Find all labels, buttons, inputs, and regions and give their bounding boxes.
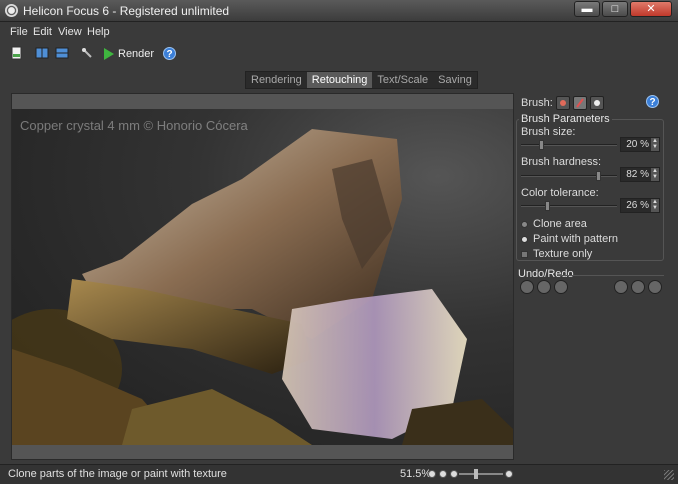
resize-grip[interactable] xyxy=(664,470,674,480)
zoom-fit-icon[interactable] xyxy=(428,470,436,478)
color-tolerance-slider[interactable] xyxy=(521,201,617,211)
brush-hardness-thumb[interactable] xyxy=(595,171,601,181)
menu-view[interactable]: View xyxy=(58,26,82,38)
brush-clone-button[interactable] xyxy=(555,96,570,110)
color-tolerance-value: 26 % xyxy=(626,200,649,211)
brush-parameters-title: Brush Parameters xyxy=(519,113,612,125)
tab-retouching[interactable]: Retouching xyxy=(306,72,373,88)
undo-step-button[interactable] xyxy=(537,280,551,294)
color-tolerance-field[interactable]: 26 % ▲ ▼ xyxy=(620,198,660,213)
brush-selector: Brush: xyxy=(521,96,604,110)
brush-size-slider[interactable] xyxy=(521,140,617,150)
zoom-slider[interactable] xyxy=(459,469,503,479)
minimize-button[interactable]: ▬ xyxy=(574,1,600,17)
brush-icon xyxy=(575,98,584,108)
undo-redo-divider xyxy=(558,275,664,276)
menu-edit[interactable]: Edit xyxy=(33,26,52,38)
brush-parameters-group: Brush Parameters Brush size: 20 % ▲ ▼ Bru… xyxy=(516,113,664,261)
status-bar: Clone parts of the image or paint with t… xyxy=(0,464,678,484)
color-tolerance-label: Color tolerance: xyxy=(521,187,599,199)
texture-only-label: Texture only xyxy=(533,248,593,260)
tab-rendering[interactable]: Rendering xyxy=(246,72,307,88)
option-texture-only[interactable]: Texture only xyxy=(521,248,592,260)
image-watermark: Copper crystal 4 mm © Honorio Cócera xyxy=(20,118,248,133)
tab-text-scale[interactable]: Text/Scale xyxy=(372,72,433,88)
undo-all-button[interactable] xyxy=(520,280,534,294)
window-controls: ▬ □ ✕ xyxy=(574,1,672,17)
color-tolerance-spinner[interactable]: ▲ ▼ xyxy=(651,199,659,212)
undo-button[interactable] xyxy=(554,280,568,294)
brush-hardness-field[interactable]: 82 % ▲ ▼ xyxy=(620,167,660,182)
mode-tabs: Rendering Retouching Text/Scale Saving xyxy=(245,71,478,89)
redo-step-button[interactable] xyxy=(631,280,645,294)
close-button[interactable]: ✕ xyxy=(630,1,672,17)
paint-with-pattern-label: Paint with pattern xyxy=(533,233,618,245)
brush-size-field[interactable]: 20 % ▲ ▼ xyxy=(620,137,660,152)
app-icon xyxy=(5,4,18,17)
option-clone-area[interactable]: Clone area xyxy=(521,218,587,230)
brush-hardness-spinner[interactable]: ▲ ▼ xyxy=(651,168,659,181)
redo-button[interactable] xyxy=(614,280,628,294)
menu-bar: File Edit View Help xyxy=(0,23,678,41)
stamp-icon xyxy=(559,100,566,106)
layout-columns-icon[interactable] xyxy=(35,46,49,60)
menu-file[interactable]: File xyxy=(10,26,28,38)
redo-all-button[interactable] xyxy=(648,280,662,294)
tab-saving[interactable]: Saving xyxy=(433,72,477,88)
title-bar: Helicon Focus 6 - Registered unlimited ▬… xyxy=(0,0,678,22)
zoom-out-icon[interactable] xyxy=(450,470,458,478)
play-icon xyxy=(104,48,114,60)
brush-label: Brush: xyxy=(521,97,553,109)
brush-size-spinner[interactable]: ▲ ▼ xyxy=(651,138,659,151)
status-text: Clone parts of the image or paint with t… xyxy=(8,468,227,480)
crystal-photo xyxy=(12,129,513,445)
radio-paint-with-pattern[interactable] xyxy=(521,235,528,243)
layout-rows-icon[interactable] xyxy=(55,46,69,60)
color-tolerance-thumb[interactable] xyxy=(544,201,550,211)
render-button[interactable]: Render xyxy=(104,46,154,62)
brush-paint-button[interactable] xyxy=(572,96,587,110)
undo-redo-title: Undo/Redo xyxy=(518,268,574,280)
panel-help-icon[interactable]: ? xyxy=(646,95,659,108)
brush-size-label: Brush size: xyxy=(521,126,576,138)
brush-hardness-label: Brush hardness: xyxy=(521,156,602,168)
brush-size-thumb[interactable] xyxy=(539,140,545,150)
brush-hardness-slider[interactable] xyxy=(521,171,617,181)
brush-erase-button[interactable] xyxy=(589,96,604,110)
brush-size-value: 20 % xyxy=(626,139,649,150)
toolbar: Render ? xyxy=(0,42,678,66)
photo-canvas[interactable]: Copper crystal 4 mm © Honorio Cócera xyxy=(12,109,513,445)
window-title: Helicon Focus 6 - Registered unlimited xyxy=(23,4,230,18)
zoom-level: 51.5% xyxy=(400,468,432,480)
menu-help[interactable]: Help xyxy=(87,26,110,38)
brush-hardness-value: 82 % xyxy=(626,169,649,180)
settings-tools-icon[interactable] xyxy=(80,46,94,60)
maximize-button[interactable]: □ xyxy=(602,1,628,17)
help-icon[interactable]: ? xyxy=(163,47,176,60)
texture-only-checkbox[interactable] xyxy=(521,250,528,258)
render-label: Render xyxy=(118,48,155,60)
eraser-icon xyxy=(593,100,600,106)
add-images-icon[interactable] xyxy=(10,46,24,60)
zoom-slider-thumb[interactable] xyxy=(474,469,478,479)
zoom-actual-icon[interactable] xyxy=(439,470,447,478)
radio-clone-area[interactable] xyxy=(521,220,528,228)
clone-area-label: Clone area xyxy=(533,218,587,230)
image-viewport[interactable]: Copper crystal 4 mm © Honorio Cócera xyxy=(11,93,514,460)
zoom-in-icon[interactable] xyxy=(505,470,513,478)
option-paint-with-pattern[interactable]: Paint with pattern xyxy=(521,233,618,245)
